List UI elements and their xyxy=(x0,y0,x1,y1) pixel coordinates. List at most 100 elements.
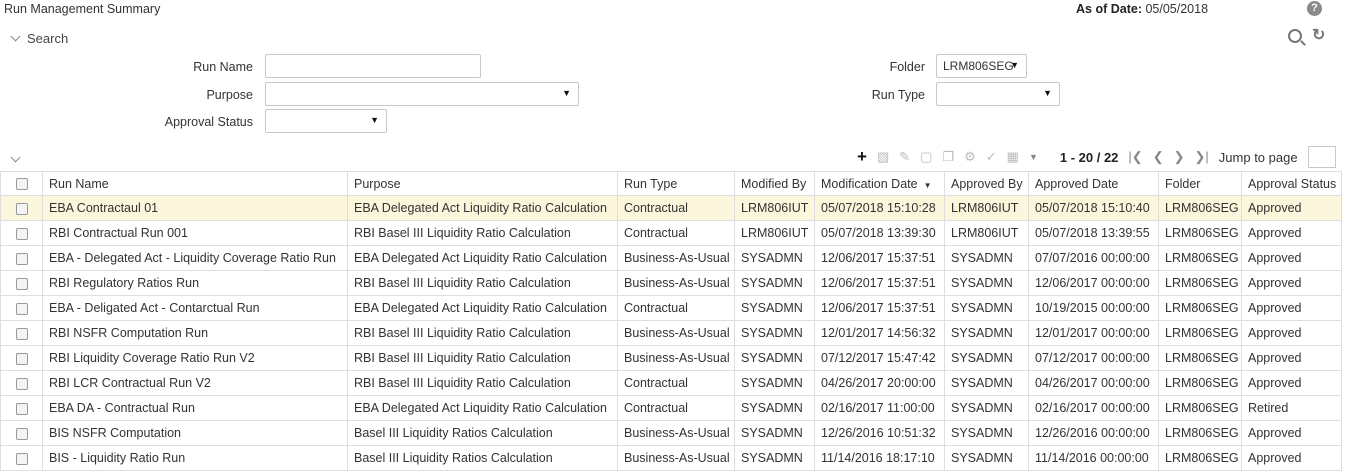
run-type-label: Run Type xyxy=(871,88,925,102)
cell-purpose: RBI Basel III Liquidity Ratio Calculatio… xyxy=(347,320,618,346)
search-section-toggle[interactable]: Search xyxy=(10,31,68,46)
edit-icon[interactable]: ✎ xyxy=(899,149,910,165)
cell-modified-by: LRM806IUT xyxy=(734,220,815,246)
column-header-approved-by[interactable]: Approved By xyxy=(944,171,1029,196)
row-checkbox[interactable] xyxy=(0,220,43,246)
row-checkbox[interactable] xyxy=(0,295,43,321)
cell-run-name: EBA - Delegated Act - Liquidity Coverage… xyxy=(42,245,348,271)
cell-run-name: RBI Regulatory Ratios Run xyxy=(42,270,348,296)
cell-folder: LRM806SEG xyxy=(1158,220,1242,246)
checkbox-icon xyxy=(15,327,28,340)
cell-modification-date: 12/06/2017 15:37:51 xyxy=(814,295,945,321)
last-page-icon[interactable]: ❯| xyxy=(1195,149,1209,165)
delete-icon[interactable]: ▢ xyxy=(920,149,932,165)
cell-approved-by: SYSADMN xyxy=(944,245,1029,271)
add-icon[interactable]: + xyxy=(857,147,867,167)
cell-modification-date: 12/01/2017 14:56:32 xyxy=(814,320,945,346)
row-checkbox[interactable] xyxy=(0,270,43,296)
select-all-checkbox[interactable] xyxy=(0,171,43,196)
row-checkbox[interactable] xyxy=(0,245,43,271)
column-header-modification-date[interactable]: Modification Date ▼ xyxy=(814,171,945,196)
column-header-run-name[interactable]: Run Name xyxy=(42,171,348,196)
table-row[interactable]: RBI NSFR Computation Run RBI Basel III Li… xyxy=(0,320,1342,346)
cell-modification-date: 12/26/2016 10:51:32 xyxy=(814,420,945,446)
row-checkbox[interactable] xyxy=(0,320,43,346)
column-header-approval-status[interactable]: Approval Status xyxy=(1241,171,1342,196)
grid-toolbar: + ▧ ✎ ▢ ❐ ⚙ ✓ ▦ ▼ 1 - 20 / 22 |❮ ❮ ❯ ❯| … xyxy=(857,146,1336,168)
previous-page-icon[interactable]: ❮ xyxy=(1153,149,1164,165)
cell-approval-status: Approved xyxy=(1241,295,1342,321)
table-row[interactable]: BIS - Liquidity Ratio Run Basel III Liqui… xyxy=(0,445,1342,471)
cell-modification-date: 05/07/2018 13:39:30 xyxy=(814,220,945,246)
chevron-down-icon xyxy=(10,31,21,42)
approve-icon[interactable]: ✓ xyxy=(986,149,997,165)
cell-modification-date: 05/07/2018 15:10:28 xyxy=(814,195,945,221)
dropdown-arrow-icon: ▼ xyxy=(1043,88,1052,98)
cell-purpose: RBI Basel III Liquidity Ratio Calculatio… xyxy=(347,270,618,296)
table-row[interactable]: BIS NSFR Computation Basel III Liquidity … xyxy=(0,420,1342,446)
first-page-icon[interactable]: |❮ xyxy=(1128,149,1142,165)
view-icon[interactable]: ▧ xyxy=(877,149,889,165)
run-name-input[interactable] xyxy=(265,54,481,78)
help-icon[interactable]: ? xyxy=(1307,1,1322,16)
cell-folder: LRM806SEG xyxy=(1158,295,1242,321)
execute-icon[interactable]: ⚙ xyxy=(964,149,976,165)
table-row[interactable]: RBI LCR Contractual Run V2 RBI Basel III … xyxy=(0,370,1342,396)
table-row[interactable]: EBA - Delegated Act - Liquidity Coverage… xyxy=(0,245,1342,271)
cell-approved-by: LRM806IUT xyxy=(944,195,1029,221)
cell-run-type: Contractual xyxy=(617,220,735,246)
cell-modification-date: 07/12/2017 15:47:42 xyxy=(814,345,945,371)
checkbox-icon xyxy=(15,452,28,465)
column-header-folder[interactable]: Folder xyxy=(1158,171,1242,196)
cell-approved-date: 07/12/2017 00:00:00 xyxy=(1028,345,1159,371)
cell-modification-date: 12/06/2017 15:37:51 xyxy=(814,245,945,271)
row-checkbox[interactable] xyxy=(0,420,43,446)
row-checkbox[interactable] xyxy=(0,195,43,221)
approval-status-select[interactable]: ▼ xyxy=(265,109,387,133)
cell-modified-by: SYSADMN xyxy=(734,320,815,346)
folder-select[interactable]: LRM806SEG ▼ xyxy=(936,54,1027,78)
jump-to-page-label: Jump to page xyxy=(1218,149,1298,165)
refresh-icon[interactable]: ↻ xyxy=(1312,28,1325,44)
table-row[interactable]: EBA DA - Contractual Run EBA Delegated Ac… xyxy=(0,395,1342,421)
cell-run-name: RBI Contractual Run 001 xyxy=(42,220,348,246)
checkbox-icon xyxy=(15,202,28,215)
row-checkbox[interactable] xyxy=(0,395,43,421)
cell-modified-by: SYSADMN xyxy=(734,445,815,471)
column-header-run-type[interactable]: Run Type xyxy=(617,171,735,196)
checkbox-icon xyxy=(15,352,28,365)
cell-modified-by: SYSADMN xyxy=(734,370,815,396)
cell-modified-by: SYSADMN xyxy=(734,345,815,371)
page-title: Run Management Summary xyxy=(4,2,161,16)
purpose-label: Purpose xyxy=(206,88,253,102)
row-checkbox[interactable] xyxy=(0,345,43,371)
column-header-purpose[interactable]: Purpose xyxy=(347,171,618,196)
table-row[interactable]: EBA - Deligated Act - Contarctual Run EBA… xyxy=(0,295,1342,321)
grid-collapse-toggle[interactable] xyxy=(10,150,21,164)
row-checkbox[interactable] xyxy=(0,370,43,396)
search-icon[interactable] xyxy=(1288,29,1302,43)
export-icon[interactable]: ▦ xyxy=(1007,149,1019,165)
copy-icon[interactable]: ❐ xyxy=(942,149,954,165)
more-dropdown-icon[interactable]: ▼ xyxy=(1029,152,1038,162)
cell-folder: LRM806SEG xyxy=(1158,395,1242,421)
table-row[interactable]: RBI Contractual Run 001 RBI Basel III Liq… xyxy=(0,220,1342,246)
next-page-icon[interactable]: ❯ xyxy=(1174,149,1185,165)
table-row[interactable]: EBA Contractaul 01 EBA Delegated Act Liqu… xyxy=(0,195,1342,221)
cell-run-name: RBI NSFR Computation Run xyxy=(42,320,348,346)
table-row[interactable]: RBI Regulatory Ratios Run RBI Basel III L… xyxy=(0,270,1342,296)
purpose-select[interactable]: ▼ xyxy=(265,82,579,106)
column-header-approved-date[interactable]: Approved Date xyxy=(1028,171,1159,196)
cell-approved-date: 05/07/2018 13:39:55 xyxy=(1028,220,1159,246)
cell-approval-status: Approved xyxy=(1241,245,1342,271)
cell-approval-status: Approved xyxy=(1241,220,1342,246)
row-checkbox[interactable] xyxy=(0,445,43,471)
run-type-select[interactable]: ▼ xyxy=(936,82,1060,106)
as-of-date-value: 05/05/2018 xyxy=(1145,2,1209,16)
folder-select-value: LRM806SEG xyxy=(943,59,1014,73)
jump-to-page-input[interactable] xyxy=(1307,146,1336,168)
table-row[interactable]: RBI Liquidity Coverage Ratio Run V2 RBI B… xyxy=(0,345,1342,371)
cell-run-type: Business-As-Usual xyxy=(617,320,735,346)
checkbox-icon xyxy=(15,302,28,315)
column-header-modified-by[interactable]: Modified By xyxy=(734,171,815,196)
